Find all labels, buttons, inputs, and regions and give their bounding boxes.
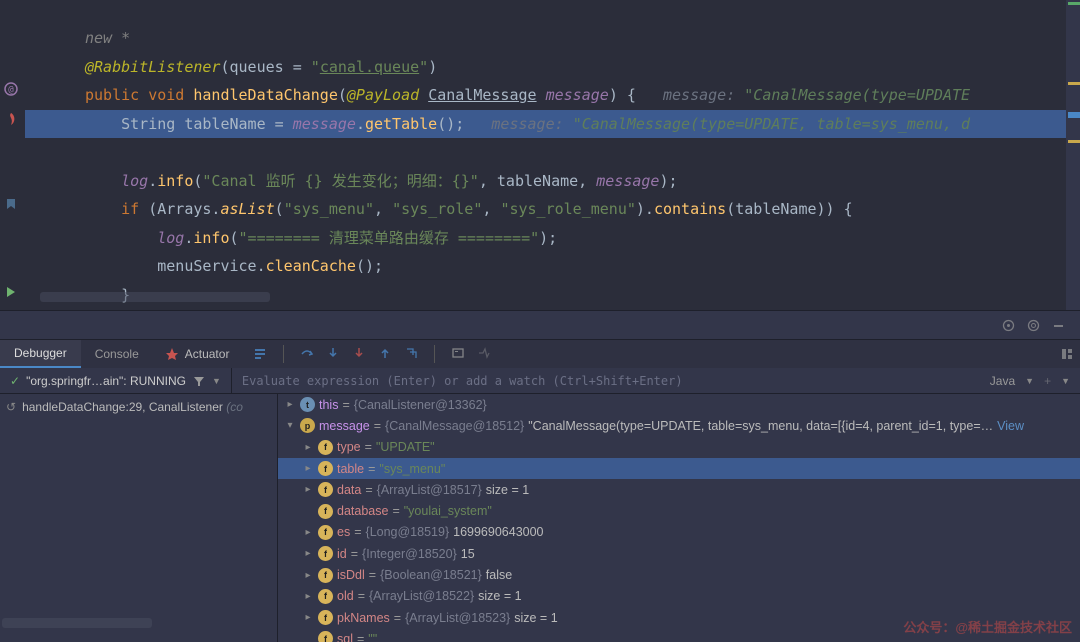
var-name: data xyxy=(337,483,361,497)
threads-icon[interactable] xyxy=(253,346,267,363)
thread-selector[interactable]: ✓ "org.springfr…ain": RUNNING ▼ xyxy=(0,374,231,388)
tab-debugger[interactable]: Debugger xyxy=(0,340,81,368)
variable-row[interactable]: ▸t this = {CanalListener@13362} xyxy=(278,394,1080,415)
editor-toolbar xyxy=(0,310,1080,340)
add-watch-icon[interactable]: + xyxy=(1044,374,1051,388)
tab-actuator[interactable]: Actuator xyxy=(153,347,242,361)
expand-arrow[interactable]: ▸ xyxy=(302,442,314,453)
minimize-icon[interactable] xyxy=(1051,318,1066,333)
code-editor[interactable]: @ new * @RabbitListener(queues = "canal.… xyxy=(0,0,1080,310)
frames-h-scrollbar[interactable] xyxy=(2,618,152,628)
var-badge-icon: f xyxy=(318,631,333,642)
var-name: sql xyxy=(337,632,353,642)
variable-row[interactable]: ▸f es = {Long@18519} 1699690643000 xyxy=(278,522,1080,543)
variable-row[interactable]: ▸f old = {ArrayList@18522} size = 1 xyxy=(278,586,1080,607)
var-name: es xyxy=(337,525,350,539)
expand-arrow[interactable]: ▸ xyxy=(302,484,314,495)
editor-h-scrollbar[interactable] xyxy=(40,292,270,302)
frames-panel[interactable]: ↺ handleDataChange:29, CanalListener (co xyxy=(0,394,278,642)
trace-icon[interactable] xyxy=(477,346,491,363)
layout-icon[interactable] xyxy=(1060,347,1080,361)
var-badge-icon: f xyxy=(318,610,333,625)
expand-arrow[interactable]: ▸ xyxy=(284,399,296,410)
eval-lang[interactable]: Java xyxy=(990,374,1015,388)
view-link[interactable]: View xyxy=(997,419,1024,433)
variable-row[interactable]: ▸f data = {ArrayList@18517} size = 1 xyxy=(278,479,1080,500)
expand-arrow[interactable]: ▸ xyxy=(302,527,314,538)
step-over-icon[interactable] xyxy=(300,346,314,363)
expand-arrow[interactable]: ▸ xyxy=(302,591,314,602)
var-name: type xyxy=(337,440,361,454)
step-into-icon[interactable] xyxy=(326,346,340,363)
var-name: database xyxy=(337,504,388,518)
gutter: @ xyxy=(0,0,25,310)
var-name: message xyxy=(319,419,370,433)
watermark: 公众号：@稀土掘金技术社区 xyxy=(903,617,1072,636)
var-badge-icon: f xyxy=(318,546,333,561)
step-out-icon[interactable] xyxy=(378,346,392,363)
drop-frame-icon[interactable] xyxy=(404,346,418,363)
var-badge-icon: f xyxy=(318,461,333,476)
debug-body: ↺ handleDataChange:29, CanalListener (co… xyxy=(0,394,1080,642)
variable-row[interactable]: ▾p message = {CanalMessage@18512} "Canal… xyxy=(278,415,1080,436)
var-badge-icon: f xyxy=(318,504,333,519)
var-name: this xyxy=(319,398,338,412)
force-step-into-icon[interactable] xyxy=(352,346,366,363)
var-badge-icon: f xyxy=(318,525,333,540)
debug-tabs: Debugger Console Actuator xyxy=(0,340,1080,368)
svg-text:@: @ xyxy=(8,85,14,95)
code-body[interactable]: new * @RabbitListener(queues = "canal.qu… xyxy=(25,0,1080,310)
evaluate-icon[interactable] xyxy=(451,346,465,363)
var-name: pkNames xyxy=(337,611,390,625)
frames-bar: ✓ "org.springfr…ain": RUNNING ▼ Evaluate… xyxy=(0,368,1080,394)
variables-panel[interactable]: ▸t this = {CanalListener@13362}▾p messag… xyxy=(278,394,1080,642)
var-name: id xyxy=(337,547,347,561)
expand-arrow[interactable]: ▾ xyxy=(284,420,296,431)
var-name: old xyxy=(337,589,354,603)
variable-row[interactable]: f database = "youlai_system" xyxy=(278,500,1080,521)
var-badge-icon: p xyxy=(300,418,315,433)
actuator-icon xyxy=(165,347,179,361)
filter-icon[interactable] xyxy=(192,375,206,387)
bookmark-icon xyxy=(4,197,18,211)
expand-arrow[interactable]: ▸ xyxy=(302,548,314,559)
variable-row[interactable]: ▸f id = {Integer@18520} 15 xyxy=(278,543,1080,564)
variable-row[interactable]: ▸f type = "UPDATE" xyxy=(278,437,1080,458)
expand-arrow[interactable]: ▸ xyxy=(302,612,314,623)
expand-arrow[interactable]: ▸ xyxy=(302,570,314,581)
var-badge-icon: f xyxy=(318,482,333,497)
variable-row[interactable]: ▸f table = "sys_menu" xyxy=(278,458,1080,479)
current-line: String tableName = message.getTable(); m… xyxy=(25,110,1080,139)
flame-icon xyxy=(4,112,18,126)
var-badge-icon: f xyxy=(318,440,333,455)
variable-row[interactable]: ▸f isDdl = {Boolean@18521} false xyxy=(278,564,1080,585)
tab-console[interactable]: Console xyxy=(81,340,153,368)
stack-frame[interactable]: ↺ handleDataChange:29, CanalListener (co xyxy=(0,396,277,418)
var-badge-icon: t xyxy=(300,397,315,412)
run-gutter-icon[interactable] xyxy=(4,285,18,299)
var-name: isDdl xyxy=(337,568,365,582)
var-badge-icon: f xyxy=(318,568,333,583)
target-icon[interactable] xyxy=(1001,318,1016,333)
error-stripe[interactable] xyxy=(1066,0,1080,310)
evaluate-input[interactable]: Evaluate expression (Enter) or add a wat… xyxy=(232,374,683,388)
expand-arrow[interactable]: ▸ xyxy=(302,463,314,474)
inlay-new: new * xyxy=(85,29,130,47)
gear-icon[interactable] xyxy=(1026,318,1041,333)
annotation-icon: @ xyxy=(4,82,18,96)
var-name: table xyxy=(337,462,364,476)
var-badge-icon: f xyxy=(318,589,333,604)
